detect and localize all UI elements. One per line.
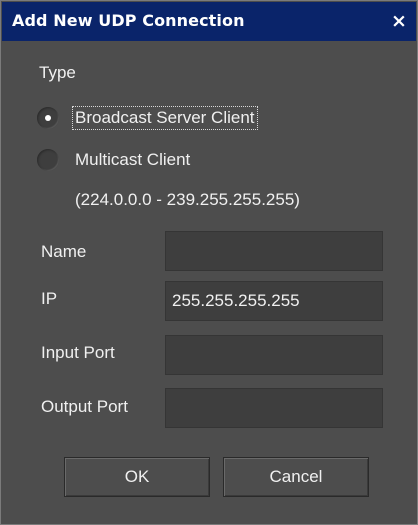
ok-button[interactable]: OK (64, 457, 210, 497)
type-label: Type (39, 63, 76, 82)
radio-unselected-icon[interactable] (37, 149, 59, 171)
output-port-field[interactable] (165, 388, 383, 428)
add-udp-connection-dialog: Add New UDP Connection × Type Broadcast … (0, 0, 418, 525)
name-field[interactable] (165, 231, 383, 271)
title-bar: Add New UDP Connection × (2, 2, 416, 41)
radio-broadcast-server-client[interactable]: Broadcast Server Client (37, 105, 258, 131)
radio-label-multicast[interactable]: Multicast Client (73, 149, 192, 171)
radio-label-broadcast[interactable]: Broadcast Server Client (72, 106, 258, 130)
close-icon[interactable]: × (388, 10, 410, 32)
radio-multicast-client[interactable]: Multicast Client (37, 147, 192, 173)
input-port-label: Input Port (41, 343, 115, 362)
radio-selected-icon[interactable] (37, 107, 59, 129)
ip-label: IP (41, 289, 58, 308)
dialog-content: Type Broadcast Server Client Multicast C… (1, 41, 417, 524)
output-port-label: Output Port (41, 397, 128, 416)
cancel-button[interactable]: Cancel (223, 457, 369, 497)
ip-field[interactable] (165, 281, 383, 321)
input-port-field[interactable] (165, 335, 383, 375)
dialog-title: Add New UDP Connection (12, 11, 245, 30)
name-label: Name (41, 242, 87, 261)
multicast-range-text: (224.0.0.0 - 239.255.255.255) (75, 190, 300, 209)
